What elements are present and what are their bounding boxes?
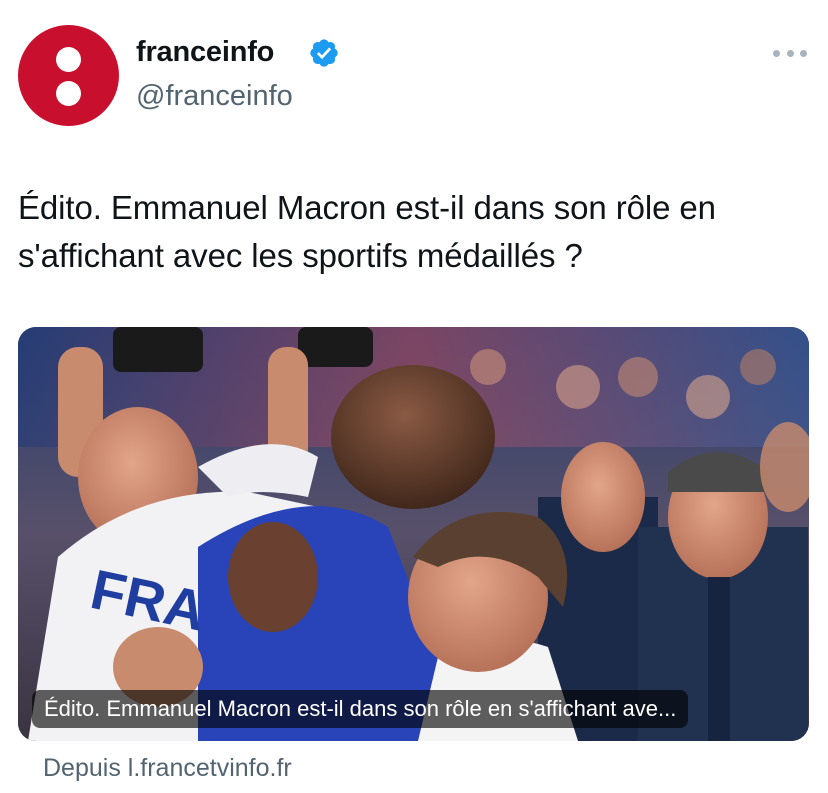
- link-card[interactable]: FRA Édito. Emmanuel Macron est-il dans s…: [18, 327, 809, 741]
- user-handle[interactable]: @franceinfo: [136, 80, 293, 113]
- display-name[interactable]: franceinfo: [136, 36, 274, 69]
- verified-badge-icon: [310, 39, 338, 67]
- more-dot: [773, 49, 780, 57]
- more-dot: [786, 49, 794, 57]
- avatar[interactable]: [18, 25, 119, 126]
- more-options-icon[interactable]: [773, 45, 807, 61]
- avatar-logo-dot: [56, 47, 81, 72]
- more-dot: [800, 49, 807, 57]
- tweet-text: Édito. Emmanuel Macron est-il dans son r…: [18, 189, 716, 274]
- avatar-logo-dot: [56, 81, 81, 106]
- card-image: FRA: [18, 327, 809, 741]
- card-caption: Édito. Emmanuel Macron est-il dans son r…: [32, 690, 689, 728]
- link-source[interactable]: Depuis l.francetvinfo.fr: [43, 754, 292, 783]
